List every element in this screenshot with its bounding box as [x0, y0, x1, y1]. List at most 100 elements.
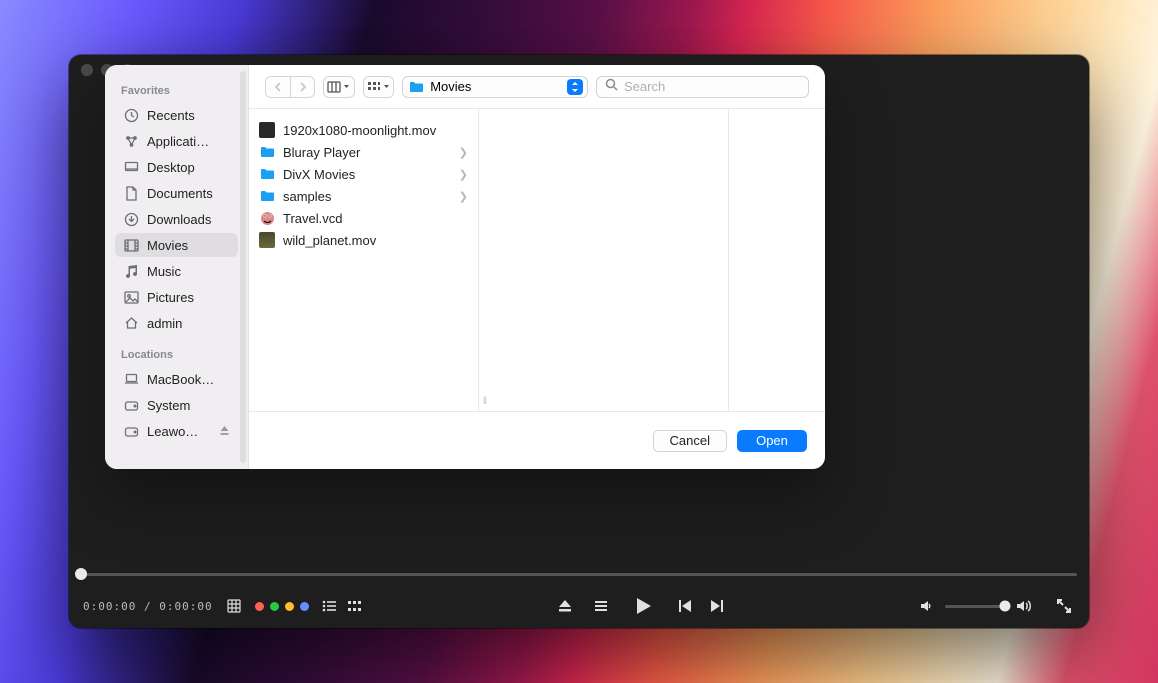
grid-icon[interactable]	[223, 595, 245, 617]
file-column-2[interactable]	[489, 109, 729, 411]
dialog-footer: Cancel Open	[249, 411, 825, 469]
location-name: Movies	[430, 79, 471, 94]
sidebar-item-recents[interactable]: Recents	[115, 103, 238, 127]
sidebar-item-label: Leawo…	[147, 424, 198, 439]
volume-handle[interactable]	[1000, 601, 1011, 612]
open-button[interactable]: Open	[737, 430, 807, 452]
folder-icon	[409, 81, 424, 93]
sidebar-item-admin[interactable]: admin	[115, 311, 238, 335]
file-row[interactable]: wild_planet.mov	[249, 229, 478, 251]
next-track-button[interactable]	[706, 595, 728, 617]
disk-icon	[123, 423, 139, 439]
playlist-icon[interactable]	[590, 595, 612, 617]
pictures-icon	[123, 289, 139, 305]
location-popup[interactable]: Movies	[402, 76, 588, 98]
file-name: wild_planet.mov	[283, 233, 376, 248]
sidebar-item-label: Recents	[147, 108, 195, 123]
doc-icon	[123, 185, 139, 201]
sidebar-location-system[interactable]: System	[115, 393, 238, 417]
sidebar-section-favorites: Favorites	[111, 81, 242, 101]
sidebar-item-label: Documents	[147, 186, 213, 201]
tag-dot-green[interactable]	[270, 602, 279, 611]
volume-controls	[915, 595, 1075, 617]
sidebar-location-macbook[interactable]: MacBook…	[115, 367, 238, 391]
sidebar-item-movies[interactable]: Movies	[115, 233, 238, 257]
sidebar-scrollbar[interactable]	[240, 71, 246, 463]
tag-dot-yellow[interactable]	[285, 602, 294, 611]
chevron-down-icon	[383, 84, 390, 90]
nav-back-forward	[265, 76, 315, 98]
nav-forward-button[interactable]	[290, 77, 314, 97]
columns-browser: 1920x1080-moonlight.movBluray Player❯Div…	[249, 109, 825, 411]
volume-slider[interactable]	[945, 605, 1005, 608]
file-row[interactable]: Bluray Player ❯	[249, 141, 478, 163]
eject-icon[interactable]	[554, 595, 576, 617]
seekbar-row	[69, 564, 1089, 584]
player-window: 0:00:00 / 0:00:00	[69, 55, 1089, 628]
file-name: DivX Movies	[283, 167, 355, 182]
sidebar-section-locations: Locations	[111, 345, 242, 365]
sidebar-item-label: Desktop	[147, 160, 195, 175]
movie-icon	[123, 237, 139, 253]
sidebar-item-desktop[interactable]: Desktop	[115, 155, 238, 179]
folder-icon	[259, 166, 275, 182]
folder-icon	[259, 144, 275, 160]
file-row[interactable]: 1920x1080-moonlight.mov	[249, 119, 478, 141]
sidebar-item-label: Applicati…	[147, 134, 209, 149]
sidebar-item-music[interactable]: Music	[115, 259, 238, 283]
wild-icon	[259, 232, 275, 248]
view-mode-icons[interactable]	[363, 76, 395, 98]
sidebar-item-label: MacBook…	[147, 372, 214, 387]
file-row[interactable]: samples ❯	[249, 185, 478, 207]
chevron-right-icon: ❯	[459, 190, 468, 203]
nav-back-button[interactable]	[266, 77, 290, 97]
search-icon	[605, 78, 618, 96]
sidebar-item-pictures[interactable]: Pictures	[115, 285, 238, 309]
folder-icon	[259, 188, 275, 204]
sidebar-location-leawo[interactable]: Leawo…	[115, 419, 238, 443]
clock-icon	[123, 107, 139, 123]
chevron-right-icon: ❯	[459, 146, 468, 159]
dialog-main-pane: Movies 1920x1080-moonlight.mov Bluray Pla…	[249, 65, 825, 469]
tag-dot-red[interactable]	[255, 602, 264, 611]
color-tag-dots[interactable]	[255, 602, 309, 611]
home-icon	[123, 315, 139, 331]
list-icon[interactable]	[319, 595, 341, 617]
file-row[interactable]: DivX Movies ❯	[249, 163, 478, 185]
file-name: samples	[283, 189, 331, 204]
seek-slider[interactable]	[81, 573, 1077, 576]
search-input[interactable]	[624, 79, 800, 94]
file-column-1[interactable]: 1920x1080-moonlight.movBluray Player❯Div…	[249, 109, 479, 411]
chevron-right-icon: ❯	[459, 168, 468, 181]
eject-icon[interactable]	[219, 424, 230, 439]
cancel-button[interactable]: Cancel	[653, 430, 727, 452]
play-button[interactable]	[632, 595, 654, 617]
time-display: 0:00:00 / 0:00:00	[83, 600, 213, 613]
search-field[interactable]	[596, 76, 809, 98]
music-icon	[123, 263, 139, 279]
apps-icon	[123, 133, 139, 149]
file-name: 1920x1080-moonlight.mov	[283, 123, 436, 138]
close-window-dot[interactable]	[81, 64, 93, 76]
file-name: Bluray Player	[283, 145, 360, 160]
chevron-down-icon	[343, 84, 350, 90]
tag-dot-blue[interactable]	[300, 602, 309, 611]
sidebar-item-downloads[interactable]: Downloads	[115, 207, 238, 231]
columns-icon[interactable]	[345, 595, 367, 617]
fullscreen-icon[interactable]	[1053, 595, 1075, 617]
column-resize-handle[interactable]: ‖	[479, 109, 489, 411]
file-name: Travel.vcd	[283, 211, 342, 226]
seek-handle[interactable]	[75, 568, 87, 580]
controls-row: 0:00:00 / 0:00:00	[69, 584, 1089, 628]
sidebar-item-applicati[interactable]: Applicati…	[115, 129, 238, 153]
file-row[interactable]: Travel.vcd	[249, 207, 478, 229]
sidebar-item-documents[interactable]: Documents	[115, 181, 238, 205]
volume-high-icon[interactable]	[1013, 595, 1035, 617]
dialog-sidebar[interactable]: Favorites Recents Applicati… Desktop Docume…	[105, 65, 249, 469]
laptop-icon	[123, 371, 139, 387]
volume-low-icon[interactable]	[915, 595, 937, 617]
previous-track-button[interactable]	[674, 595, 696, 617]
sidebar-item-label: Movies	[147, 238, 188, 253]
mov-icon	[259, 122, 275, 138]
view-mode-columns[interactable]	[323, 76, 355, 98]
